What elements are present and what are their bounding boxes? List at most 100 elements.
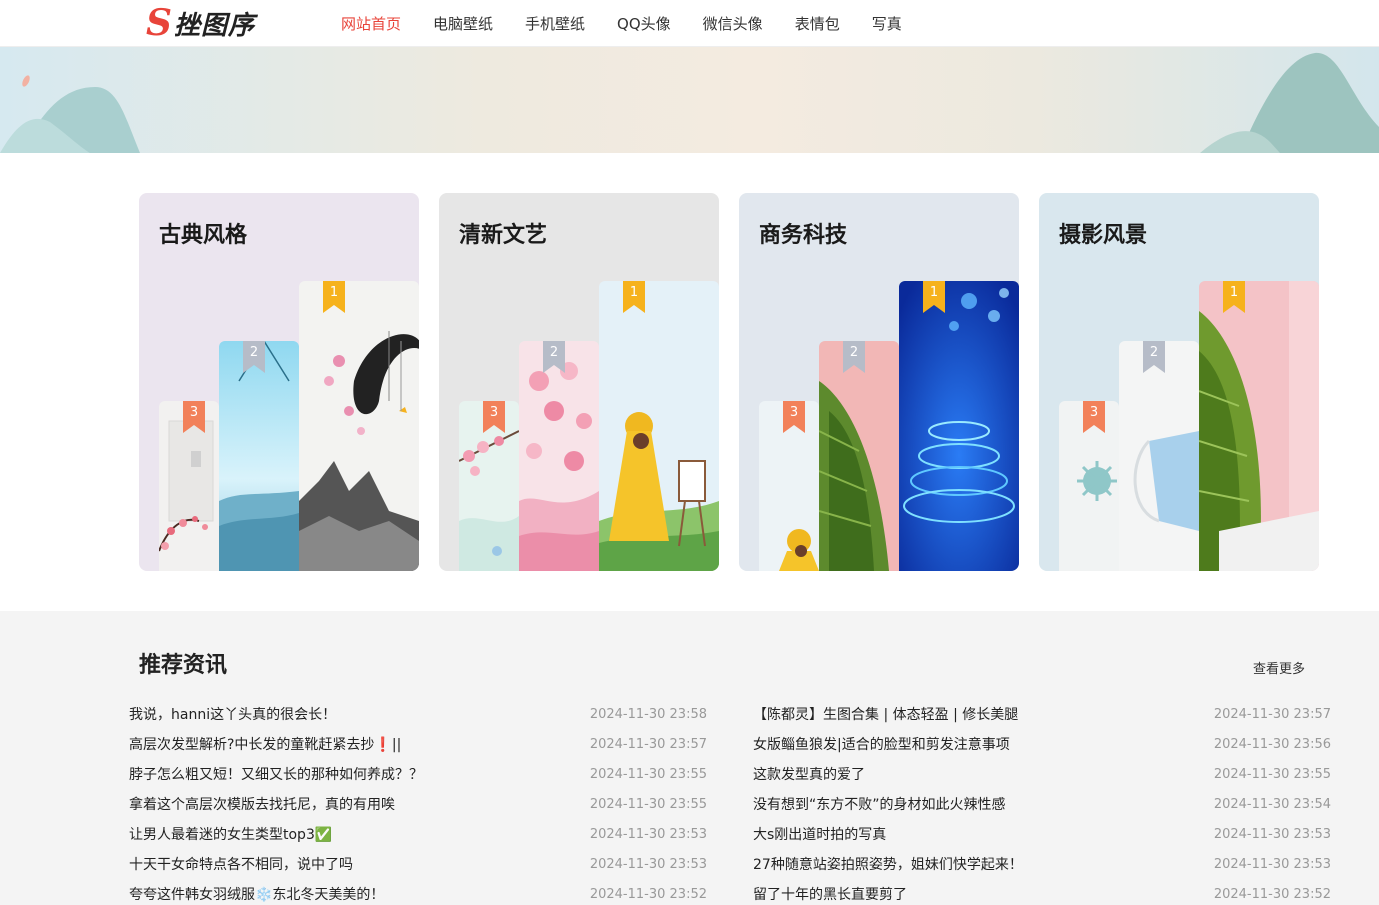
news-item[interactable]: 27种随意站姿拍照姿势，姐妹们快学起来！ 2024-11-30 23:53 bbox=[753, 849, 1331, 879]
site-header: S 挫图序 网站首页 电脑壁纸 手机壁纸 QQ头像 微信头像 表情包 写真 bbox=[0, 0, 1379, 47]
category-card-photography[interactable]: 摄影风景 3 2 1 bbox=[1039, 193, 1319, 571]
news-item[interactable]: 脖子怎么粗又短！又细又长的那种如何养成？？ 2024-11-30 23:55 bbox=[129, 759, 707, 789]
rank-badge-2: 2 bbox=[243, 341, 265, 373]
news-item[interactable]: 这款发型真的爱了 2024-11-30 23:55 bbox=[753, 759, 1331, 789]
rank-number: 1 bbox=[929, 285, 939, 300]
rank-number: 3 bbox=[789, 405, 799, 420]
news-item[interactable]: 【陈都灵】生图合集 | 体态轻盈 | 修长美腿 2024-11-30 23:57 bbox=[753, 699, 1331, 729]
news-date: 2024-11-30 23:53 bbox=[589, 856, 707, 872]
news-title-link[interactable]: 大s刚出道时拍的写真 bbox=[753, 824, 886, 844]
category-title: 商务科技 bbox=[759, 223, 848, 248]
thumb-image bbox=[519, 341, 599, 571]
site-logo[interactable]: S 挫图序 bbox=[146, 4, 255, 42]
news-date: 2024-11-30 23:52 bbox=[1213, 886, 1331, 902]
nav-item-photo[interactable]: 写真 bbox=[872, 13, 902, 34]
news-date: 2024-11-30 23:53 bbox=[1213, 856, 1331, 872]
rank-badge-1: 1 bbox=[1223, 281, 1245, 313]
category-title: 清新文艺 bbox=[459, 223, 548, 248]
news-title-link[interactable]: 女版鲻鱼狼发|适合的脸型和剪发注意事项 bbox=[753, 734, 1010, 754]
news-item[interactable]: 留了十年的黑长直要剪了 2024-11-30 23:52 bbox=[753, 879, 1331, 905]
news-title-link[interactable]: 这款发型真的爱了 bbox=[753, 764, 865, 784]
nav-item-pc-wallpaper[interactable]: 电脑壁纸 bbox=[433, 13, 493, 34]
rank-badge-1: 1 bbox=[323, 281, 345, 313]
news-list-left: 我说，hanni这丫头真的很会长！ 2024-11-30 23:58 高层次发型解… bbox=[129, 699, 707, 905]
thumb-rank-2[interactable]: 2 bbox=[219, 341, 299, 571]
thumb-rank-2[interactable]: 2 bbox=[819, 341, 899, 571]
news-title-link[interactable]: 脖子怎么粗又短！又细又长的那种如何养成？？ bbox=[129, 764, 423, 784]
thumb-rank-3[interactable]: 3 bbox=[1059, 401, 1119, 571]
nav-item-emoji[interactable]: 表情包 bbox=[795, 13, 840, 34]
news-title-link[interactable]: 十天干女命特点各不相同，说中了吗 bbox=[129, 854, 353, 874]
recommended-news: 推荐资讯 查看更多 我说，hanni这丫头真的很会长！ 2024-11-30 23… bbox=[0, 611, 1379, 905]
thumb-rank-2[interactable]: 2 bbox=[1119, 341, 1199, 571]
category-card-fresh[interactable]: 清新文艺 3 2 1 bbox=[439, 193, 719, 571]
main-nav: 网站首页 电脑壁纸 手机壁纸 QQ头像 微信头像 表情包 写真 bbox=[341, 0, 934, 46]
logo-text: 挫图序 bbox=[174, 10, 256, 41]
news-title-link[interactable]: 留了十年的黑长直要剪了 bbox=[753, 884, 907, 904]
hero-banner bbox=[0, 47, 1379, 153]
thumb-rank-3[interactable]: 3 bbox=[159, 401, 219, 571]
news-title-link[interactable]: 高层次发型解析?中长发的童靴赶紧去抄❗|| bbox=[129, 734, 401, 754]
rank-number: 3 bbox=[489, 405, 499, 420]
rank-number: 2 bbox=[849, 345, 859, 360]
thumb-image bbox=[299, 281, 419, 571]
rank-number: 2 bbox=[249, 345, 259, 360]
rank-badge-2: 2 bbox=[543, 341, 565, 373]
category-cards: 古典风格 3 2 1 清新文艺 3 2 1 商务科技 3 2 1 摄影风景 3 … bbox=[139, 193, 1319, 571]
rank-badge-3: 3 bbox=[483, 401, 505, 433]
rank-badge-3: 3 bbox=[1083, 401, 1105, 433]
thumb-image bbox=[819, 341, 899, 571]
news-item[interactable]: 夸夸这件韩女羽绒服❄️东北冬天美美的！ 2024-11-30 23:52 bbox=[129, 879, 707, 905]
nav-item-phone-wallpaper[interactable]: 手机壁纸 bbox=[525, 13, 585, 34]
nav-item-qq-avatar[interactable]: QQ头像 bbox=[617, 13, 671, 34]
rank-badge-3: 3 bbox=[783, 401, 805, 433]
thumb-rank-2[interactable]: 2 bbox=[519, 341, 599, 571]
rank-number: 2 bbox=[549, 345, 559, 360]
thumb-rank-1[interactable]: 1 bbox=[299, 281, 419, 571]
news-title-link[interactable]: 拿着这个高层次模版去找托尼，真的有用唉 bbox=[129, 794, 395, 814]
news-item[interactable]: 拿着这个高层次模版去找托尼，真的有用唉 2024-11-30 23:55 bbox=[129, 789, 707, 819]
news-title-link[interactable]: 我说，hanni这丫头真的很会长！ bbox=[129, 704, 336, 724]
news-title-link[interactable]: 没有想到“东方不败”的身材如此火辣性感 bbox=[753, 794, 1006, 814]
rank-number: 2 bbox=[1149, 345, 1159, 360]
category-title: 古典风格 bbox=[159, 223, 248, 248]
news-item[interactable]: 让男人最着迷的女生类型top3✅ 2024-11-30 23:53 bbox=[129, 819, 707, 849]
thumb-rank-1[interactable]: 1 bbox=[599, 281, 719, 571]
thumb-image bbox=[219, 341, 299, 571]
thumb-image bbox=[1199, 281, 1319, 571]
news-date: 2024-11-30 23:57 bbox=[589, 736, 707, 752]
rank-number: 1 bbox=[329, 285, 339, 300]
nav-item-wechat-avatar[interactable]: 微信头像 bbox=[703, 13, 763, 34]
news-item[interactable]: 大s刚出道时拍的写真 2024-11-30 23:53 bbox=[753, 819, 1331, 849]
news-date: 2024-11-30 23:52 bbox=[589, 886, 707, 902]
news-item[interactable]: 高层次发型解析?中长发的童靴赶紧去抄❗|| 2024-11-30 23:57 bbox=[129, 729, 707, 759]
category-card-classical[interactable]: 古典风格 3 2 1 bbox=[139, 193, 419, 571]
category-card-business[interactable]: 商务科技 3 2 1 bbox=[739, 193, 1019, 571]
thumb-rank-1[interactable]: 1 bbox=[899, 281, 1019, 571]
news-item[interactable]: 十天干女命特点各不相同，说中了吗 2024-11-30 23:53 bbox=[129, 849, 707, 879]
news-item[interactable]: 没有想到“东方不败”的身材如此火辣性感 2024-11-30 23:54 bbox=[753, 789, 1331, 819]
thumb-rank-3[interactable]: 3 bbox=[459, 401, 519, 571]
news-title-link[interactable]: 27种随意站姿拍照姿势，姐妹们快学起来！ bbox=[753, 854, 1023, 874]
news-title-link[interactable]: 夸夸这件韩女羽绒服❄️东北冬天美美的！ bbox=[129, 884, 384, 904]
news-item[interactable]: 我说，hanni这丫头真的很会长！ 2024-11-30 23:58 bbox=[129, 699, 707, 729]
thumb-image bbox=[599, 281, 719, 571]
logo-mark: S bbox=[146, 2, 172, 44]
rank-badge-3: 3 bbox=[183, 401, 205, 433]
nav-item-home[interactable]: 网站首页 bbox=[341, 13, 401, 34]
news-date: 2024-11-30 23:55 bbox=[1213, 766, 1331, 782]
rank-number: 3 bbox=[189, 405, 199, 420]
news-date: 2024-11-30 23:57 bbox=[1213, 706, 1331, 722]
view-more-link[interactable]: 查看更多 bbox=[1253, 658, 1305, 677]
news-date: 2024-11-30 23:53 bbox=[589, 826, 707, 842]
thumb-rank-3[interactable]: 3 bbox=[759, 401, 819, 571]
news-item[interactable]: 女版鲻鱼狼发|适合的脸型和剪发注意事项 2024-11-30 23:56 bbox=[753, 729, 1331, 759]
thumb-image bbox=[899, 281, 1019, 571]
news-list-right: 【陈都灵】生图合集 | 体态轻盈 | 修长美腿 2024-11-30 23:57 … bbox=[753, 699, 1331, 905]
news-date: 2024-11-30 23:53 bbox=[1213, 826, 1331, 842]
thumb-rank-1[interactable]: 1 bbox=[1199, 281, 1319, 571]
news-title-link[interactable]: 让男人最着迷的女生类型top3✅ bbox=[129, 824, 332, 844]
news-title-link[interactable]: 【陈都灵】生图合集 | 体态轻盈 | 修长美腿 bbox=[753, 704, 1018, 724]
news-date: 2024-11-30 23:54 bbox=[1213, 796, 1331, 812]
rank-number: 1 bbox=[1229, 285, 1239, 300]
